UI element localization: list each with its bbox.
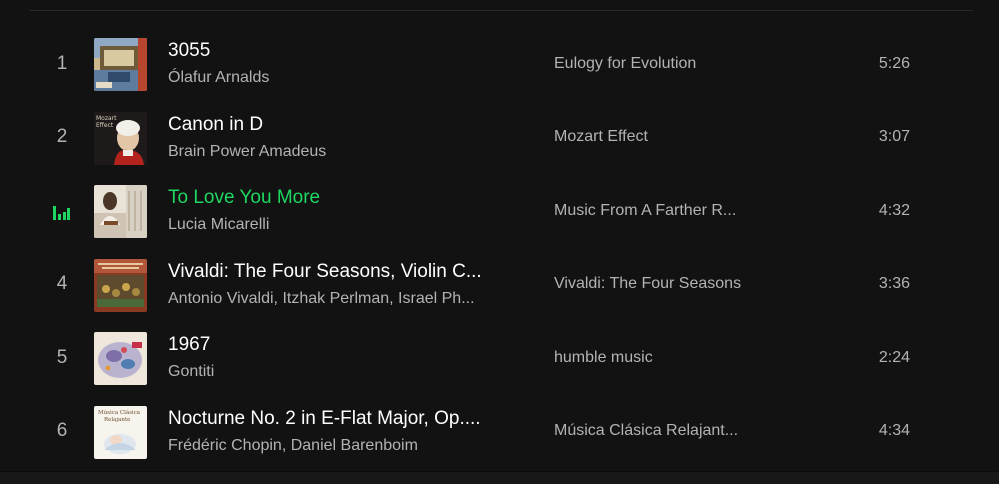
album-art-micarelli	[94, 185, 147, 238]
track-duration: 3:36	[878, 275, 910, 293]
track-title[interactable]: 3055	[168, 39, 528, 63]
track-title[interactable]: To Love You More	[168, 186, 528, 210]
album-cover[interactable]	[94, 185, 147, 238]
track-album-label[interactable]: humble music	[554, 349, 653, 367]
track-row[interactable]: 5 1967 Gontiti humble music 2:24	[30, 321, 973, 395]
track-row[interactable]: 4 Vivaldi: The Four Seasons, Violin C...…	[30, 248, 973, 322]
album-art-vivaldi	[94, 258, 147, 312]
track-title[interactable]: Nocturne No. 2 in E-Flat Major, Op....	[168, 407, 528, 431]
track-album[interactable]: Vivaldi: The Four Seasons	[554, 248, 784, 322]
player-bar-edge	[0, 471, 999, 484]
track-album-label[interactable]: Vivaldi: The Four Seasons	[554, 275, 741, 293]
track-duration: 3:07	[878, 128, 910, 146]
track-number: 2	[56, 126, 68, 148]
album-art-mozart: Mozart Effect	[94, 111, 147, 165]
track-album[interactable]: Music From A Farther R...	[554, 174, 784, 248]
cover-text-line-1: Mozart	[96, 115, 117, 122]
equalizer-bars-icon	[53, 206, 70, 220]
track-title[interactable]: 1967	[168, 333, 528, 357]
track-duration: 2:24	[878, 348, 910, 366]
track-row[interactable]: 2 Mozart Effect Canon in D Brain Power A…	[30, 101, 973, 175]
track-number: 1	[56, 52, 68, 74]
album-cover[interactable]	[94, 38, 147, 91]
track-artist[interactable]: Antonio Vivaldi, Itzhak Perlman, Israel …	[168, 288, 528, 310]
track-title[interactable]: Vivaldi: The Four Seasons, Violin C...	[168, 260, 528, 284]
track-title[interactable]: Canon in D	[168, 113, 528, 137]
track-number: 5	[56, 346, 68, 368]
track-album-label[interactable]: Mozart Effect	[554, 128, 648, 146]
album-cover[interactable]: Mozart Effect	[94, 111, 147, 165]
track-album-label[interactable]: Eulogy for Evolution	[554, 55, 696, 73]
track-row-playing[interactable]: To Love You More Lucia Micarelli Music F…	[30, 174, 973, 248]
cover-text-line-2: Effect	[96, 122, 114, 129]
track-row[interactable]: 6 Música Clásica Relajante Nocturne No. …	[30, 395, 973, 469]
track-album[interactable]: Música Clásica Relajant...	[554, 395, 784, 469]
cover-text-line-1: Música Clásica	[98, 409, 141, 416]
header-divider	[30, 10, 973, 11]
album-cover[interactable]	[94, 258, 147, 312]
track-duration: 5:26	[878, 54, 910, 72]
cover-text-line-2: Relajante	[104, 417, 130, 423]
track-row[interactable]: 1 3055 Ólafur Arnalds Eulogy for Evoluti…	[30, 27, 973, 101]
track-artist[interactable]: Gontiti	[168, 361, 528, 383]
track-artist[interactable]: Ólafur Arnalds	[168, 67, 528, 89]
track-number: 6	[56, 420, 68, 442]
track-duration: 4:32	[878, 201, 910, 219]
track-album-label[interactable]: Música Clásica Relajant...	[554, 422, 738, 440]
track-album[interactable]: humble music	[554, 321, 784, 395]
track-duration: 4:34	[878, 422, 910, 440]
track-artist[interactable]: Lucia Micarelli	[168, 214, 528, 236]
track-artist[interactable]: Brain Power Amadeus	[168, 141, 528, 163]
track-artist[interactable]: Frédéric Chopin, Daniel Barenboim	[168, 435, 528, 457]
album-art-gontiti	[94, 332, 147, 385]
track-number: 4	[56, 273, 68, 295]
tracklist-panel: 1 3055 Ólafur Arnalds Eulogy for Evoluti…	[0, 0, 999, 484]
album-art-eulogy	[94, 38, 147, 91]
track-album[interactable]: Mozart Effect	[554, 101, 784, 175]
album-cover[interactable]	[94, 332, 147, 385]
album-art-chopin: Música Clásica Relajante	[94, 405, 147, 459]
track-album-label[interactable]: Music From A Farther R...	[554, 202, 736, 220]
track-list: 1 3055 Ólafur Arnalds Eulogy for Evoluti…	[30, 27, 973, 468]
track-album[interactable]: Eulogy for Evolution	[554, 27, 784, 101]
album-cover[interactable]: Música Clásica Relajante	[94, 405, 147, 459]
